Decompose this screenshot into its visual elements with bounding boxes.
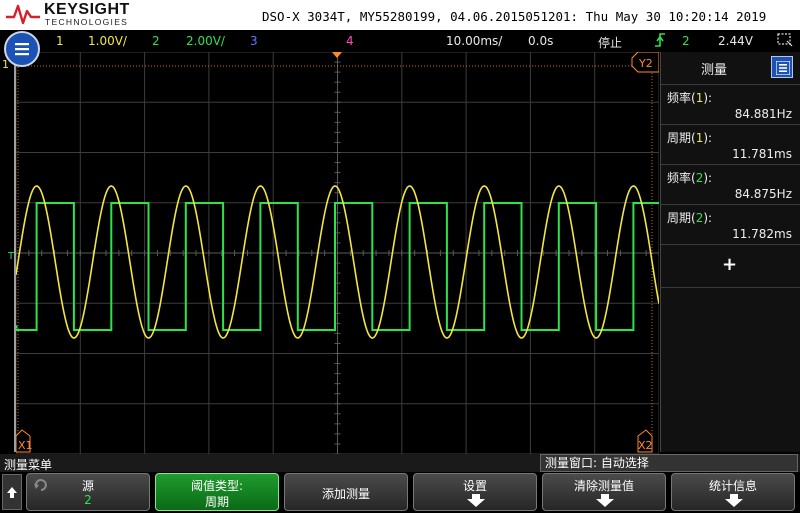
- horizontal-delay[interactable]: 0.0s: [528, 34, 553, 48]
- menu-title: 测量菜单: [4, 458, 53, 472]
- measurement-source: 2: [695, 171, 704, 185]
- statistics-label: 统计信息: [708, 479, 757, 493]
- timebase-scale[interactable]: 10.00ms/: [446, 34, 502, 48]
- ch1-number[interactable]: 1: [56, 34, 64, 48]
- keysight-logo-icon: [6, 4, 40, 25]
- measurements-panel-title: 测量: [701, 63, 728, 78]
- submenu-down-arrow-icon: [467, 494, 485, 507]
- cursor-x2-tag[interactable]: X2: [637, 429, 653, 453]
- threshold-type-value: 周期: [204, 495, 229, 509]
- measurement-item[interactable]: 频率(1): 84.881Hz: [661, 84, 800, 125]
- screen-select-icon[interactable]: [777, 33, 793, 47]
- measurement-value: 84.875Hz: [734, 187, 792, 201]
- plus-icon: +: [722, 254, 738, 275]
- source-softkey-value: 2: [84, 493, 92, 507]
- cursor-y2-tag[interactable]: Y2: [631, 52, 659, 73]
- submenu-down-arrow-icon: [596, 494, 614, 507]
- measurement-value: 11.781ms: [732, 147, 792, 161]
- measurement-source: 1: [695, 131, 704, 145]
- trigger-level-label: T: [8, 251, 15, 262]
- run-state: 停止: [598, 36, 623, 50]
- title-bar: KEYSIGHT TECHNOLOGIES DSO-X 3034T, MY552…: [0, 0, 800, 30]
- up-arrow-icon: [7, 487, 17, 498]
- cursor-y2-label: Y2: [638, 57, 653, 70]
- measurement-label: 频率(1):: [667, 91, 713, 105]
- threshold-type-softkey[interactable]: 阈值类型: 周期: [155, 473, 279, 511]
- add-measurement-button[interactable]: +: [661, 244, 800, 288]
- measurement-item[interactable]: 频率(2): 84.875Hz: [661, 164, 800, 205]
- back-button[interactable]: [2, 474, 22, 510]
- settings-label: 设置: [462, 479, 487, 493]
- ch2-number[interactable]: 2: [152, 34, 160, 48]
- measurements-panel: 测量 频率(1): 84.881Hz 周期(1): 11.781ms 频率(2)…: [660, 52, 800, 452]
- measurement-item[interactable]: 周期(2): 11.782ms: [661, 204, 800, 245]
- settings-softkey[interactable]: 设置: [413, 473, 537, 511]
- measurement-value: 84.881Hz: [734, 107, 792, 121]
- ch2-marker-label: 2: [1, 321, 9, 334]
- measurement-source: 1: [695, 91, 704, 105]
- clear-measurements-label: 清除测量值: [573, 479, 634, 493]
- channel-status-bar: 1 1.00V/ 2 2.00V/ 3 4 10.00ms/ 0.0s 停止 2…: [0, 30, 800, 52]
- measurement-label: 周期(1):: [667, 131, 713, 145]
- add-measurement-label: 添加测量: [321, 487, 370, 501]
- ch4-number[interactable]: 4: [346, 34, 354, 48]
- source-softkey[interactable]: 源 2: [26, 473, 150, 511]
- menu-icon: [15, 43, 29, 56]
- ch2-scale[interactable]: 2.00V/: [186, 34, 225, 48]
- measurement-source: 2: [695, 211, 704, 225]
- add-measurement-softkey[interactable]: 添加测量: [284, 473, 408, 511]
- trigger-level[interactable]: 2.44V: [718, 34, 753, 48]
- ch3-number[interactable]: 3: [250, 34, 258, 48]
- panel-toggle-button[interactable]: [771, 56, 793, 78]
- cursor-x2-label: X2: [638, 439, 653, 452]
- instrument-title: DSO-X 3034T, MY55280199, 04.06.201505120…: [262, 9, 767, 24]
- brand-subtitle: TECHNOLOGIES: [45, 17, 129, 27]
- measurement-label: 周期(2):: [667, 211, 713, 225]
- trigger-rising-edge-icon: [654, 33, 666, 50]
- measurement-item[interactable]: 周期(1): 11.781ms: [661, 124, 800, 165]
- trigger-source[interactable]: 2: [682, 34, 690, 48]
- statistics-softkey[interactable]: 统计信息: [671, 473, 795, 511]
- trigger-position-marker[interactable]: [332, 52, 342, 58]
- cursor-x1-tag[interactable]: X1: [16, 429, 33, 453]
- graticule-grid: [16, 52, 659, 454]
- list-icon: [776, 61, 790, 75]
- waveform-display[interactable]: Y2 X1 X2: [16, 52, 659, 454]
- threshold-type-label: 阈值类型:: [190, 479, 244, 493]
- clear-measurements-softkey[interactable]: 清除测量值: [542, 473, 666, 511]
- main-menu-button[interactable]: [4, 31, 40, 67]
- measurement-label: 频率(2):: [667, 171, 713, 185]
- ch1-scale[interactable]: 1.00V/: [88, 34, 127, 48]
- measurement-window-info: 测量窗口: 自动选择: [540, 454, 798, 472]
- submenu-down-arrow-icon: [725, 494, 743, 507]
- cursor-x1-label: X1: [18, 439, 33, 452]
- measurement-value: 11.782ms: [732, 227, 792, 241]
- source-softkey-label: 源: [81, 479, 94, 493]
